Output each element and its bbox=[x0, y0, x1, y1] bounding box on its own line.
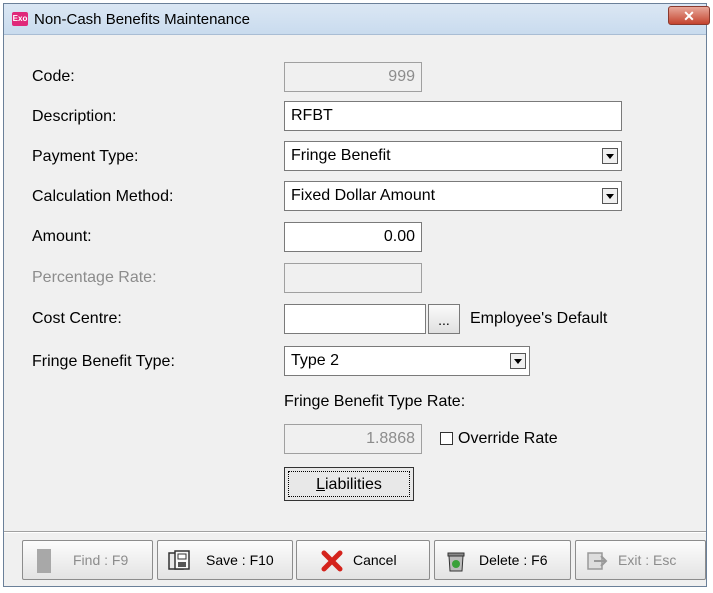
save-button-label: Save : F10 bbox=[206, 552, 274, 568]
payment-type-label: Payment Type: bbox=[32, 148, 139, 165]
amount-field[interactable]: 0.00 bbox=[284, 222, 422, 252]
dialog-window: Exo Non-Cash Benefits Maintenance ✕ Code… bbox=[3, 3, 710, 587]
delete-button-label: Delete : F6 bbox=[479, 552, 548, 568]
payment-type-select[interactable]: Fringe Benefit bbox=[284, 141, 622, 171]
chevron-down-icon[interactable] bbox=[602, 148, 618, 164]
delete-button[interactable]: Delete : F6 bbox=[434, 540, 571, 580]
close-button[interactable]: ✕ bbox=[668, 6, 710, 25]
code-field[interactable]: 999 bbox=[284, 62, 422, 92]
cost-centre-hint: Employee's Default bbox=[470, 310, 608, 327]
calculation-method-label: Calculation Method: bbox=[32, 188, 174, 205]
code-label: Code: bbox=[32, 68, 75, 85]
override-rate-checkbox[interactable] bbox=[440, 432, 453, 445]
find-button[interactable]: Find : F9 bbox=[22, 540, 153, 580]
override-rate-label: Override Rate bbox=[458, 430, 558, 447]
exit-button[interactable]: Exit : Esc bbox=[575, 540, 706, 580]
cost-centre-field[interactable] bbox=[284, 304, 426, 334]
fringe-benefit-type-label: Fringe Benefit Type: bbox=[32, 353, 175, 370]
calculation-method-select[interactable]: Fixed Dollar Amount bbox=[284, 181, 622, 211]
window-title: Non-Cash Benefits Maintenance bbox=[34, 11, 250, 28]
cost-centre-browse-button[interactable]: ... bbox=[428, 304, 460, 334]
fringe-benefit-rate-label: Fringe Benefit Type Rate: bbox=[284, 393, 466, 410]
description-field[interactable]: RFBT bbox=[284, 101, 622, 131]
app-logo-icon: Exo bbox=[12, 12, 28, 26]
save-button[interactable]: Save : F10 bbox=[157, 540, 293, 580]
liabilities-button[interactable]: Liabilities bbox=[284, 467, 414, 501]
amount-label: Amount: bbox=[32, 228, 92, 245]
chevron-down-icon[interactable] bbox=[602, 188, 618, 204]
liabilities-button-label: Liabilities bbox=[288, 471, 410, 497]
percentage-rate-field bbox=[284, 263, 422, 293]
fringe-benefit-rate-field: 1.8868 bbox=[284, 424, 422, 454]
toolbar-divider bbox=[4, 531, 706, 533]
fringe-benefit-type-value: Type 2 bbox=[291, 352, 340, 369]
percentage-rate-label: Percentage Rate: bbox=[32, 269, 157, 286]
exit-button-label: Exit : Esc bbox=[618, 552, 677, 568]
find-icon bbox=[37, 549, 51, 573]
save-icon bbox=[168, 550, 190, 570]
cancel-icon bbox=[321, 550, 343, 572]
chevron-down-icon[interactable] bbox=[510, 353, 526, 369]
payment-type-value: Fringe Benefit bbox=[291, 147, 391, 164]
description-label: Description: bbox=[32, 108, 117, 125]
calculation-method-value: Fixed Dollar Amount bbox=[291, 187, 436, 204]
find-button-label: Find : F9 bbox=[73, 552, 129, 568]
fringe-benefit-type-select[interactable]: Type 2 bbox=[284, 346, 530, 376]
title-bar: Exo Non-Cash Benefits Maintenance ✕ bbox=[4, 4, 710, 35]
cost-centre-label: Cost Centre: bbox=[32, 310, 122, 327]
cancel-button[interactable]: Cancel bbox=[296, 540, 430, 580]
exit-icon bbox=[587, 552, 608, 570]
cancel-button-label: Cancel bbox=[353, 552, 397, 568]
trash-icon bbox=[447, 552, 465, 572]
